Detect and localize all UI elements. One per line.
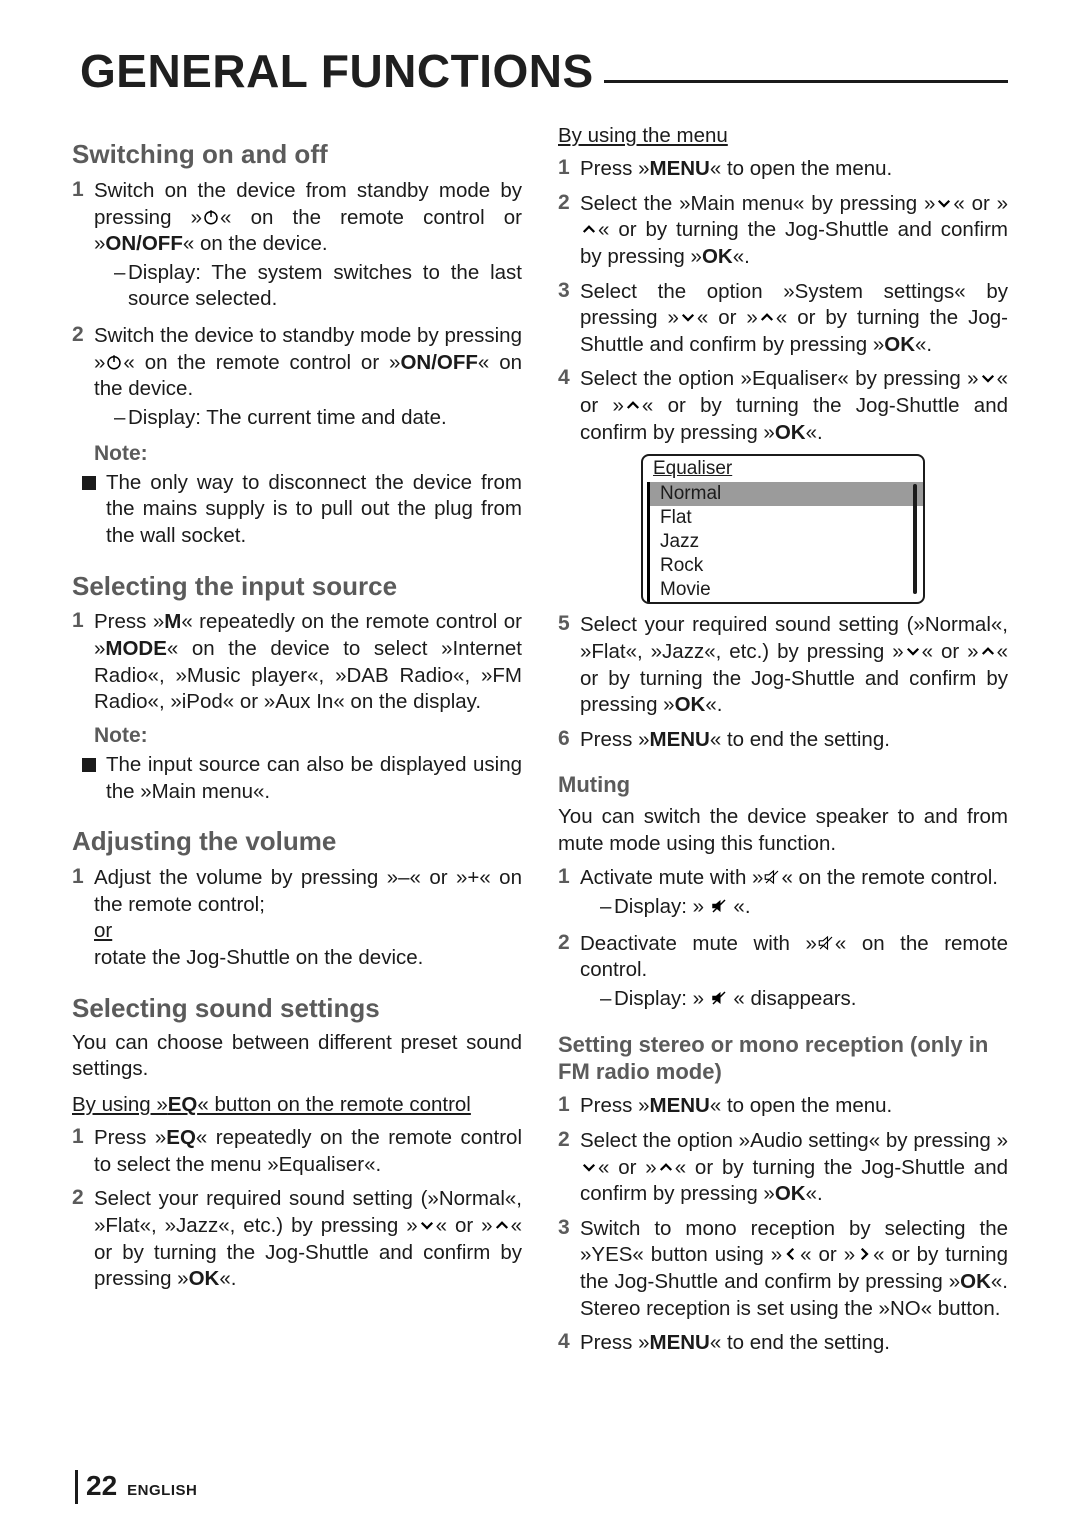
mute-icon <box>763 868 781 886</box>
chevron-down-icon <box>904 642 922 660</box>
mute-icon <box>817 934 835 952</box>
power-icon <box>105 353 123 371</box>
sound-intro: You can choose between different preset … <box>72 1030 522 1083</box>
chevron-right-icon <box>855 1245 873 1263</box>
note-label: Note: <box>94 724 522 748</box>
sound-eq-step-1: Press »EQ« repeatedly on the remote cont… <box>94 1125 522 1178</box>
page-number: 22 <box>86 1470 117 1502</box>
chevron-up-icon <box>657 1158 675 1176</box>
sound-eq-step-2: Select your required sound setting (»Nor… <box>94 1186 522 1293</box>
sm-step-2: Select the option »Audio setting« by pre… <box>580 1128 1008 1208</box>
speaker-muted-icon <box>710 989 728 1007</box>
heading-volume: Adjusting the volume <box>72 827 522 857</box>
sm-step-1: Press »MENU« to open the menu. <box>580 1093 1008 1120</box>
menu-step-5: Select your required sound setting (»Nor… <box>580 612 1008 719</box>
chevron-up-icon <box>624 396 642 414</box>
note-label: Note: <box>94 442 522 466</box>
square-bullet-icon <box>82 758 96 772</box>
heading-input-source: Selecting the input source <box>72 572 522 602</box>
mute-step-1: Activate mute with »« on the remote cont… <box>580 865 1008 922</box>
heading-switching: Switching on and off <box>72 140 522 170</box>
mute-intro: You can switch the device speaker to and… <box>558 804 1008 857</box>
volume-step-1: Adjust the volume by pressing »–« or »+«… <box>94 865 522 972</box>
chevron-down-icon <box>679 308 697 326</box>
mute-step-2: Deactivate mute with »« on the remote co… <box>580 931 1008 1015</box>
chevron-down-icon <box>418 1216 436 1234</box>
switch-note: The only way to disconnect the device fr… <box>82 470 522 550</box>
equaliser-item-jazz[interactable]: Jazz <box>647 530 923 554</box>
chevron-down-icon <box>935 194 953 212</box>
power-icon <box>202 208 220 226</box>
chevron-left-icon <box>782 1245 800 1263</box>
switch-step-1: Switch on the device from standby mode b… <box>94 178 522 315</box>
sm-step-4: Press »MENU« to end the setting. <box>580 1330 1008 1357</box>
equaliser-title: Equaliser <box>643 456 923 482</box>
source-step-1: Press »M« repeatedly on the remote contr… <box>94 609 522 716</box>
chevron-down-icon <box>979 369 997 387</box>
chevron-up-icon <box>979 642 997 660</box>
sound-subheading-menu: By using the menu <box>558 124 1008 148</box>
chevron-up-icon <box>493 1216 511 1234</box>
heading-sound-settings: Selecting sound settings <box>72 994 522 1024</box>
switch-step-2: Switch the device to standby mode by pre… <box>94 323 522 434</box>
menu-step-4: Select the option »Equaliser« by pressin… <box>580 366 1008 446</box>
page-title: GENERAL FUNCTIONS <box>80 44 594 98</box>
heading-stereo-mono: Setting stereo or mono reception (only i… <box>558 1032 1008 1085</box>
scrollbar[interactable] <box>913 484 917 594</box>
equaliser-item-movie[interactable]: Movie <box>647 578 923 602</box>
equaliser-item-flat[interactable]: Flat <box>647 506 923 530</box>
footer-language: ENGLISH <box>127 1482 197 1499</box>
chevron-down-icon <box>580 1158 598 1176</box>
sound-subheading-eq: By using »EQ« button on the remote contr… <box>72 1093 522 1117</box>
source-note: The input source can also be displayed u… <box>82 752 522 805</box>
footer-bar-icon <box>75 1470 78 1504</box>
title-rule <box>604 80 1008 83</box>
equaliser-item-normal[interactable]: Normal <box>647 482 923 506</box>
page-footer: 22 ENGLISH <box>75 1470 197 1504</box>
menu-step-3: Select the option »System settings« by p… <box>580 279 1008 359</box>
equaliser-menu: Equaliser Normal Flat Jazz Rock Movie <box>641 454 925 604</box>
sm-step-3: Switch to mono reception by selecting th… <box>580 1216 1008 1323</box>
chevron-up-icon <box>758 308 776 326</box>
menu-step-6: Press »MENU« to end the setting. <box>580 727 1008 754</box>
right-column: By using the menu 1 Press »MENU« to open… <box>558 118 1008 1365</box>
speaker-muted-icon <box>710 897 728 915</box>
heading-muting: Muting <box>558 772 1008 798</box>
chevron-up-icon <box>580 220 598 238</box>
equaliser-item-rock[interactable]: Rock <box>647 554 923 578</box>
square-bullet-icon <box>82 476 96 490</box>
left-column: Switching on and off 1 Switch on the dev… <box>72 118 522 1365</box>
menu-step-1: Press »MENU« to open the menu. <box>580 156 1008 183</box>
menu-step-2: Select the »Main menu« by pressing »« or… <box>580 191 1008 271</box>
